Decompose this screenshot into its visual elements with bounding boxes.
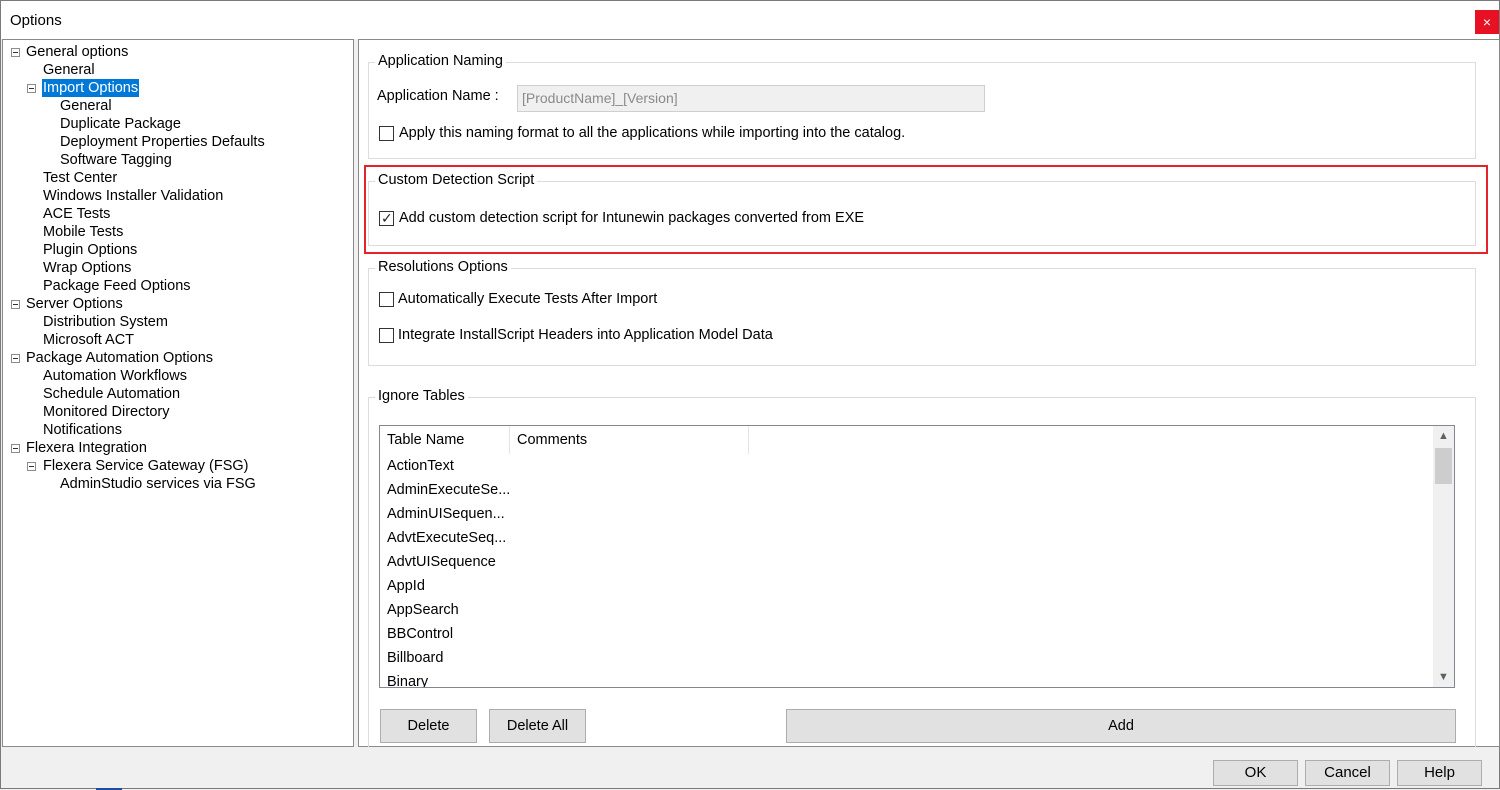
help-button[interactable]: Help bbox=[1397, 760, 1482, 786]
tree-item[interactable]: Windows Installer Validation bbox=[3, 187, 343, 205]
cancel-button[interactable]: Cancel bbox=[1305, 760, 1390, 786]
tree-item-label[interactable]: Schedule Automation bbox=[42, 385, 181, 403]
options-window: Options × General options General Import O… bbox=[0, 0, 1500, 790]
table-row[interactable]: AdminUISequen... bbox=[387, 502, 505, 526]
tree-item-label[interactable]: Distribution System bbox=[42, 313, 169, 331]
tree-item[interactable]: General bbox=[3, 61, 343, 79]
tree-item[interactable]: Notifications bbox=[3, 421, 343, 439]
tree-item-label[interactable]: Flexera Service Gateway (FSG) bbox=[42, 457, 249, 475]
close-icon[interactable]: × bbox=[1475, 10, 1499, 34]
tree-item[interactable]: Schedule Automation bbox=[3, 385, 343, 403]
tree-item[interactable]: Microsoft ACT bbox=[3, 331, 343, 349]
scroll-down-icon[interactable]: ▼ bbox=[1433, 667, 1454, 687]
tree-item-label[interactable]: Package Automation Options bbox=[25, 349, 214, 367]
resolutions-title: Resolutions Options bbox=[375, 259, 511, 275]
tree-item[interactable]: Server Options bbox=[3, 295, 343, 313]
tree-item-label[interactable]: General bbox=[42, 61, 96, 79]
highlight-annotation bbox=[364, 165, 1488, 254]
collapse-icon[interactable] bbox=[11, 354, 20, 363]
tree-item-label[interactable]: Package Feed Options bbox=[42, 277, 192, 295]
title-bar: Options × bbox=[1, 1, 1499, 39]
column-header-table-name[interactable]: Table Name bbox=[380, 426, 510, 454]
tree-item[interactable]: Flexera Integration bbox=[3, 439, 343, 457]
tree-item-label[interactable]: General options bbox=[25, 43, 129, 61]
tree-item[interactable]: General bbox=[3, 97, 343, 115]
tree-item[interactable]: General options bbox=[3, 43, 343, 61]
apply-naming-checkbox[interactable] bbox=[379, 126, 394, 141]
tree-item-label[interactable]: Plugin Options bbox=[42, 241, 138, 259]
tree-item-label[interactable]: Deployment Properties Defaults bbox=[59, 133, 266, 151]
application-name-label: Application Name : bbox=[377, 88, 499, 104]
ignore-tables-list[interactable]: Table Name Comments ActionText AdminExecu… bbox=[379, 425, 1455, 688]
tree-item-label[interactable]: Microsoft ACT bbox=[42, 331, 135, 349]
tree-item[interactable]: Distribution System bbox=[3, 313, 343, 331]
tree-item-label[interactable]: Flexera Integration bbox=[25, 439, 148, 457]
table-row[interactable]: AdminExecuteSe... bbox=[387, 478, 510, 502]
table-row[interactable]: AppId bbox=[387, 574, 425, 598]
auto-execute-checkbox[interactable] bbox=[379, 292, 394, 307]
tree-item[interactable]: Flexera Service Gateway (FSG) bbox=[3, 457, 343, 475]
table-row[interactable]: AdvtUISequence bbox=[387, 550, 496, 574]
tree-item-label[interactable]: Notifications bbox=[42, 421, 123, 439]
application-name-field[interactable]: [ProductName]_[Version] bbox=[517, 85, 985, 112]
tree-item-label[interactable]: General bbox=[59, 97, 113, 115]
column-header-comments[interactable]: Comments bbox=[510, 426, 749, 454]
table-row[interactable]: Billboard bbox=[387, 646, 443, 670]
delete-button[interactable]: Delete bbox=[380, 709, 477, 743]
scroll-up-icon[interactable]: ▲ bbox=[1433, 426, 1454, 446]
tree-item[interactable]: ACE Tests bbox=[3, 205, 343, 223]
delete-all-button[interactable]: Delete All bbox=[489, 709, 586, 743]
collapse-icon[interactable] bbox=[27, 462, 36, 471]
tree-item-label[interactable]: Automation Workflows bbox=[42, 367, 188, 385]
table-row[interactable]: AdvtExecuteSeq... bbox=[387, 526, 506, 550]
collapse-icon[interactable] bbox=[27, 84, 36, 93]
tree-item-label[interactable]: Windows Installer Validation bbox=[42, 187, 224, 205]
ignore-tables-title: Ignore Tables bbox=[375, 388, 468, 404]
add-button[interactable]: Add bbox=[786, 709, 1456, 743]
table-row[interactable]: BBControl bbox=[387, 622, 453, 646]
tree-item[interactable]: Deployment Properties Defaults bbox=[3, 133, 343, 151]
integrate-headers-label[interactable]: Integrate InstallScript Headers into App… bbox=[398, 327, 773, 343]
tree-item-label[interactable]: Software Tagging bbox=[59, 151, 173, 169]
tree-item-label[interactable]: Mobile Tests bbox=[42, 223, 124, 241]
tree-item[interactable]: Test Center bbox=[3, 169, 343, 187]
tree-item[interactable]: Monitored Directory bbox=[3, 403, 343, 421]
table-row[interactable]: ActionText bbox=[387, 454, 454, 478]
table-row[interactable]: AppSearch bbox=[387, 598, 459, 622]
integrate-headers-checkbox[interactable] bbox=[379, 328, 394, 343]
window-title: Options bbox=[10, 12, 62, 29]
tree-item-label[interactable]: ACE Tests bbox=[42, 205, 111, 223]
tree-item-label[interactable]: Monitored Directory bbox=[42, 403, 171, 421]
tree-item[interactable]: Plugin Options bbox=[3, 241, 343, 259]
tree-item[interactable]: Package Feed Options bbox=[3, 277, 343, 295]
tree-item-label[interactable]: Duplicate Package bbox=[59, 115, 182, 133]
tree-item-label[interactable]: Wrap Options bbox=[42, 259, 132, 277]
auto-execute-label[interactable]: Automatically Execute Tests After Import bbox=[398, 291, 657, 307]
tree-item[interactable]: Automation Workflows bbox=[3, 367, 343, 385]
tree-item[interactable]: Import Options bbox=[3, 79, 343, 97]
tree-item[interactable]: Mobile Tests bbox=[3, 223, 343, 241]
ok-button[interactable]: OK bbox=[1213, 760, 1298, 786]
tree-item[interactable]: Wrap Options bbox=[3, 259, 343, 277]
vertical-scrollbar[interactable]: ▲ ▼ bbox=[1433, 426, 1454, 687]
tree-item-label[interactable]: Server Options bbox=[25, 295, 124, 313]
tree-item[interactable]: Duplicate Package bbox=[3, 115, 343, 133]
scroll-thumb[interactable] bbox=[1435, 448, 1452, 484]
resolutions-group bbox=[368, 268, 1476, 366]
tree-item-label[interactable]: AdminStudio services via FSG bbox=[59, 475, 257, 493]
table-row[interactable]: Binary bbox=[387, 670, 428, 687]
tree-item[interactable]: AdminStudio services via FSG bbox=[3, 475, 343, 493]
apply-naming-label[interactable]: Apply this naming format to all the appl… bbox=[399, 125, 905, 141]
tree-item-label[interactable]: Import Options bbox=[42, 79, 140, 97]
tree-item-label[interactable]: Test Center bbox=[42, 169, 118, 187]
tree-item[interactable]: Package Automation Options bbox=[3, 349, 343, 367]
collapse-icon[interactable] bbox=[11, 444, 20, 453]
options-tree: General options General Import Options Gene… bbox=[2, 39, 354, 747]
application-naming-title: Application Naming bbox=[375, 53, 506, 69]
collapse-icon[interactable] bbox=[11, 48, 20, 57]
collapse-icon[interactable] bbox=[11, 300, 20, 309]
tree-item[interactable]: Software Tagging bbox=[3, 151, 343, 169]
